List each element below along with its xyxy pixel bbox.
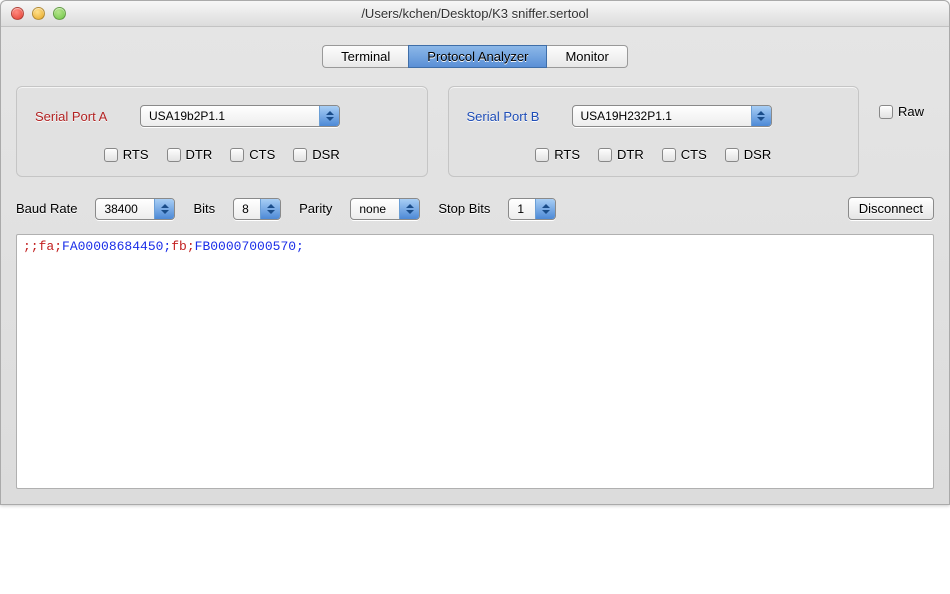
checkbox-icon [167, 148, 181, 162]
port-b-select[interactable]: USA19H232P1.1 [572, 105, 772, 127]
raw-wrap: Raw [879, 86, 934, 119]
window-content: Terminal Protocol Analyzer Monitor Seria… [1, 27, 949, 504]
chevron-updown-icon [260, 199, 280, 219]
port-a-group: Serial Port A USA19b2P1.1 RTS DTR CTS DS… [16, 86, 428, 177]
checkbox-icon [725, 148, 739, 162]
bits-select[interactable]: 8 [233, 198, 281, 220]
port-a-rts-checkbox[interactable]: RTS [104, 147, 149, 162]
port-b-rts-checkbox[interactable]: RTS [535, 147, 580, 162]
close-icon[interactable] [11, 7, 24, 20]
port-a-dtr-checkbox[interactable]: DTR [167, 147, 213, 162]
chevron-updown-icon [154, 199, 174, 219]
checkbox-icon [879, 105, 893, 119]
port-b-dtr-checkbox[interactable]: DTR [598, 147, 644, 162]
zoom-icon[interactable] [53, 7, 66, 20]
traffic-lights [11, 7, 66, 20]
ports-row: Serial Port A USA19b2P1.1 RTS DTR CTS DS… [16, 86, 934, 177]
port-b-label: Serial Port B [467, 109, 572, 124]
raw-checkbox[interactable]: Raw [879, 104, 924, 119]
port-b-cts-checkbox[interactable]: CTS [662, 147, 707, 162]
port-b-group: Serial Port B USA19H232P1.1 RTS DTR CTS … [448, 86, 860, 177]
port-a-select-value: USA19b2P1.1 [149, 109, 225, 123]
titlebar[interactable]: /Users/kchen/Desktop/K3 sniffer.sertool [1, 1, 949, 27]
checkbox-icon [598, 148, 612, 162]
checkbox-icon [104, 148, 118, 162]
stop-bits-select[interactable]: 1 [508, 198, 556, 220]
tab-bar: Terminal Protocol Analyzer Monitor [16, 45, 934, 68]
tab-monitor[interactable]: Monitor [547, 45, 627, 68]
port-a-cts-checkbox[interactable]: CTS [230, 147, 275, 162]
baud-rate-value: 38400 [104, 202, 137, 216]
output-token: FB00007000570; [195, 239, 304, 254]
bits-label: Bits [193, 201, 215, 216]
port-a-dsr-checkbox[interactable]: DSR [293, 147, 339, 162]
parity-value: none [359, 202, 386, 216]
port-a-select[interactable]: USA19b2P1.1 [140, 105, 340, 127]
output-token: fb; [171, 239, 194, 254]
baud-rate-select[interactable]: 38400 [95, 198, 175, 220]
chevron-updown-icon [399, 199, 419, 219]
chevron-updown-icon [535, 199, 555, 219]
checkbox-icon [535, 148, 549, 162]
output-token: ;;fa; [23, 239, 62, 254]
parity-select[interactable]: none [350, 198, 420, 220]
parity-label: Parity [299, 201, 332, 216]
settings-row: Baud Rate 38400 Bits 8 Parity none Stop … [16, 197, 934, 220]
tab-terminal[interactable]: Terminal [322, 45, 408, 68]
port-b-select-value: USA19H232P1.1 [581, 109, 672, 123]
protocol-output[interactable]: ;;fa;FA00008684450;fb;FB00007000570; [16, 234, 934, 489]
minimize-icon[interactable] [32, 7, 45, 20]
checkbox-icon [293, 148, 307, 162]
window-title: /Users/kchen/Desktop/K3 sniffer.sertool [9, 6, 941, 21]
stop-bits-label: Stop Bits [438, 201, 490, 216]
output-token: FA00008684450; [62, 239, 171, 254]
stop-bits-value: 1 [517, 202, 524, 216]
app-window: /Users/kchen/Desktop/K3 sniffer.sertool … [0, 0, 950, 505]
chevron-updown-icon [319, 106, 339, 126]
checkbox-icon [230, 148, 244, 162]
disconnect-button[interactable]: Disconnect [848, 197, 934, 220]
bits-value: 8 [242, 202, 249, 216]
checkbox-icon [662, 148, 676, 162]
chevron-updown-icon [751, 106, 771, 126]
port-b-dsr-checkbox[interactable]: DSR [725, 147, 771, 162]
port-a-label: Serial Port A [35, 109, 140, 124]
baud-rate-label: Baud Rate [16, 201, 77, 216]
tab-protocol-analyzer[interactable]: Protocol Analyzer [408, 45, 547, 68]
